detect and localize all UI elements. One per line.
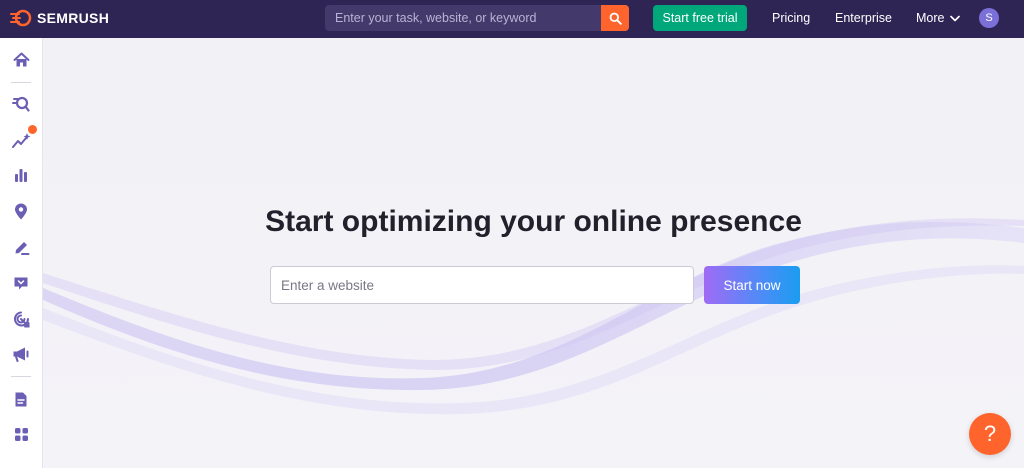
bar-chart-icon — [15, 169, 27, 182]
semrush-logo[interactable]: SEMRUSH — [10, 9, 109, 27]
website-url-input[interactable] — [270, 266, 694, 304]
location-pin-icon — [15, 203, 27, 219]
sidebar-item-local[interactable] — [11, 201, 31, 221]
sidebar-item-ai-trends[interactable] — [11, 130, 31, 150]
document-icon — [15, 392, 27, 406]
social-chat-icon — [14, 277, 28, 290]
nav-more-label: More — [916, 11, 945, 25]
sidebar-item-analytics[interactable] — [11, 165, 31, 185]
content-edit-icon — [15, 241, 29, 255]
sidebar-item-marketing[interactable] — [11, 344, 31, 364]
user-avatar[interactable]: S — [979, 8, 999, 28]
megaphone-icon — [13, 347, 29, 362]
nav-pricing-link[interactable]: Pricing — [772, 11, 810, 25]
nav-enterprise-link[interactable]: Enterprise — [835, 11, 892, 25]
search-button[interactable] — [601, 5, 629, 31]
page-headline: Start optimizing your online presence — [265, 205, 802, 238]
nav-more-dropdown[interactable]: More — [916, 11, 961, 25]
global-search-input[interactable] — [325, 5, 601, 31]
apps-grid-icon — [14, 427, 28, 441]
notification-badge — [28, 125, 37, 134]
sidebar-item-reports[interactable] — [11, 389, 31, 409]
sidebar-item-social[interactable] — [11, 273, 31, 293]
sidebar-item-seo[interactable] — [11, 94, 31, 114]
chevron-down-icon — [950, 15, 961, 21]
brand-name: SEMRUSH — [37, 10, 110, 26]
sidebar-item-content[interactable] — [11, 237, 31, 257]
search-icon — [609, 12, 622, 25]
start-free-trial-button[interactable]: Start free trial — [653, 5, 747, 31]
seo-icon — [12, 96, 30, 112]
hero-section: Start optimizing your online presence St… — [43, 38, 1024, 468]
decorative-wave-background — [43, 218, 1024, 415]
global-search-box — [325, 5, 629, 31]
tools-sidebar — [0, 38, 43, 468]
sidebar-divider — [11, 82, 31, 83]
top-navigation-bar: SEMRUSH Start free trial Pricing Enterpr… — [0, 0, 1024, 38]
start-now-button[interactable]: Start now — [704, 266, 800, 304]
help-button[interactable]: ? — [969, 413, 1011, 455]
semrush-flame-icon — [10, 9, 32, 27]
sidebar-item-home[interactable] — [11, 50, 31, 70]
ai-trends-icon — [11, 132, 30, 148]
sidebar-item-advertising[interactable] — [11, 309, 31, 329]
sidebar-item-apps[interactable] — [11, 424, 31, 444]
target-icon — [13, 311, 29, 327]
help-question-icon: ? — [983, 421, 997, 446]
sidebar-divider — [11, 376, 31, 377]
home-icon — [13, 52, 29, 67]
